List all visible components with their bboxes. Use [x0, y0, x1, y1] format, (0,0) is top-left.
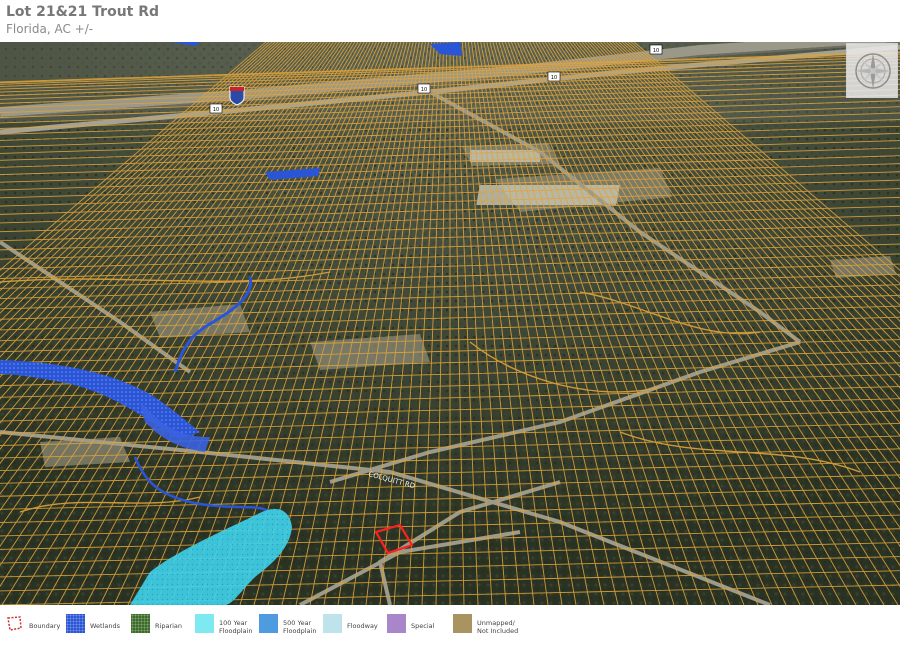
svg-text:10: 10 [213, 107, 219, 113]
aerial-map[interactable]: 10 10 10 10 COLQUITT RD [0, 42, 900, 605]
legend-swatch-floodplain-100 [195, 614, 214, 633]
legend-swatch-riparian [131, 614, 150, 633]
legend-swatch-boundary [5, 614, 24, 633]
legend-label-unmapped: Unmapped/ Not Included [477, 619, 519, 635]
legend-label-floodway: Floodway [347, 622, 378, 630]
legend-swatch-floodplain-500 [259, 614, 278, 633]
map-canvas[interactable]: 10 10 10 10 COLQUITT RD [0, 42, 900, 605]
svg-text:10: 10 [653, 48, 659, 54]
legend-label-riparian: Riparian [155, 622, 183, 630]
compass-rose-icon [855, 53, 891, 89]
legend-swatch-floodway [323, 614, 342, 633]
highway-shield-interstate [229, 86, 245, 106]
legend-swatch-special [387, 614, 406, 633]
compass-button[interactable] [846, 43, 898, 98]
legend-swatch-unmapped [453, 614, 472, 633]
legend-label-floodplain-500: 500 Year Floodplain [283, 619, 317, 635]
map-legend: Boundary Wetlands Riparian 100 Year Floodpl… [0, 608, 900, 648]
legend-label-boundary: Boundary [29, 622, 61, 630]
legend-swatch-wetlands [66, 614, 85, 633]
page-title: Lot 21&21 Trout Rd [6, 4, 160, 20]
page-subtitle: Florida, AC +/- [6, 22, 94, 36]
svg-text:10: 10 [551, 75, 557, 81]
svg-text:10: 10 [421, 87, 427, 93]
legend-label-floodplain-100: 100 Year Floodplain [219, 619, 253, 635]
header: Lot 21&21 Trout Rd Florida, AC +/- [0, 0, 900, 42]
